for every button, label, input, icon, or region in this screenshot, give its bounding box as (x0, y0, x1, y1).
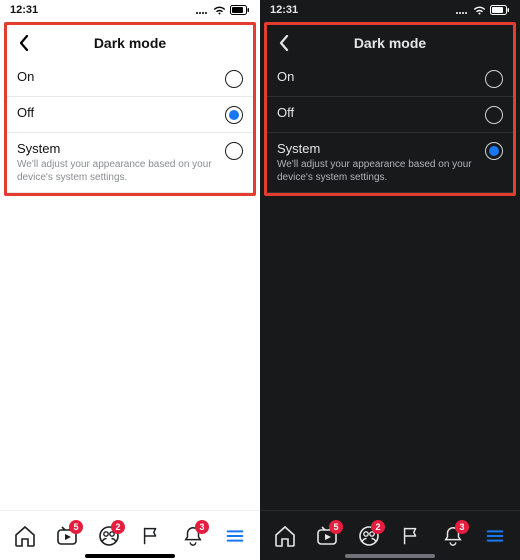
option-off[interactable]: Off (267, 97, 513, 133)
highlight-box: Dark mode On Off System We'll adjust you… (4, 22, 256, 196)
option-sublabel: We'll adjust your appearance based on yo… (17, 158, 215, 184)
tab-watch[interactable]: 5 (307, 516, 347, 556)
status-bar: 12:31 (260, 0, 520, 20)
tab-bar: 5 2 3 (0, 510, 260, 560)
settings-header: Dark mode (267, 25, 513, 61)
option-label: Off (277, 105, 475, 120)
status-time: 12:31 (10, 4, 38, 16)
option-label: On (17, 69, 215, 84)
radio-system[interactable] (225, 142, 243, 160)
tab-menu[interactable] (475, 516, 515, 556)
watch-badge: 5 (69, 520, 83, 534)
groups-badge: 2 (371, 520, 385, 534)
home-icon (13, 524, 37, 548)
wifi-icon (473, 6, 486, 15)
chevron-left-icon (278, 35, 290, 51)
home-indicator (345, 554, 435, 558)
content-area (260, 196, 520, 510)
status-icons (195, 5, 250, 15)
notifications-badge: 3 (195, 520, 209, 534)
option-sublabel: We'll adjust your appearance based on yo… (277, 158, 475, 184)
cellular-icon (455, 6, 469, 15)
page-title: Dark mode (7, 35, 253, 51)
option-label: System (17, 141, 215, 156)
phone-light: 12:31 Dark mode On Off S (0, 0, 260, 560)
tab-flag[interactable] (391, 516, 431, 556)
option-system[interactable]: System We'll adjust your appearance base… (267, 133, 513, 193)
radio-system[interactable] (485, 142, 503, 160)
page-title: Dark mode (267, 35, 513, 51)
battery-icon (230, 5, 250, 15)
settings-header: Dark mode (7, 25, 253, 61)
tab-flag[interactable] (131, 516, 171, 556)
back-button[interactable] (13, 32, 35, 54)
option-off[interactable]: Off (7, 97, 253, 133)
radio-off[interactable] (225, 106, 243, 124)
tab-home[interactable] (5, 516, 45, 556)
battery-icon (490, 5, 510, 15)
watch-badge: 5 (329, 520, 343, 534)
notifications-badge: 3 (455, 520, 469, 534)
tab-notifications[interactable]: 3 (433, 516, 473, 556)
highlight-box: Dark mode On Off System We'll adjust you… (264, 22, 516, 196)
home-icon (273, 524, 297, 548)
radio-off[interactable] (485, 106, 503, 124)
tab-groups[interactable]: 2 (89, 516, 129, 556)
menu-icon (224, 525, 246, 547)
chevron-left-icon (18, 35, 30, 51)
status-bar: 12:31 (0, 0, 260, 20)
flag-icon (140, 525, 162, 547)
tab-groups[interactable]: 2 (349, 516, 389, 556)
tab-notifications[interactable]: 3 (173, 516, 213, 556)
option-system[interactable]: System We'll adjust your appearance base… (7, 133, 253, 193)
tab-menu[interactable] (215, 516, 255, 556)
option-label: Off (17, 105, 215, 120)
back-button[interactable] (273, 32, 295, 54)
cellular-icon (195, 6, 209, 15)
option-on[interactable]: On (7, 61, 253, 97)
tab-home[interactable] (265, 516, 305, 556)
flag-icon (400, 525, 422, 547)
menu-icon (484, 525, 506, 547)
status-time: 12:31 (270, 4, 298, 16)
status-icons (455, 5, 510, 15)
tab-watch[interactable]: 5 (47, 516, 87, 556)
home-indicator (85, 554, 175, 558)
wifi-icon (213, 6, 226, 15)
groups-badge: 2 (111, 520, 125, 534)
phone-dark: 12:31 Dark mode On Off S (260, 0, 520, 560)
tab-bar: 5 2 3 (260, 510, 520, 560)
content-area (0, 196, 260, 510)
option-on[interactable]: On (267, 61, 513, 97)
radio-on[interactable] (485, 70, 503, 88)
option-label: System (277, 141, 475, 156)
option-label: On (277, 69, 475, 84)
radio-on[interactable] (225, 70, 243, 88)
